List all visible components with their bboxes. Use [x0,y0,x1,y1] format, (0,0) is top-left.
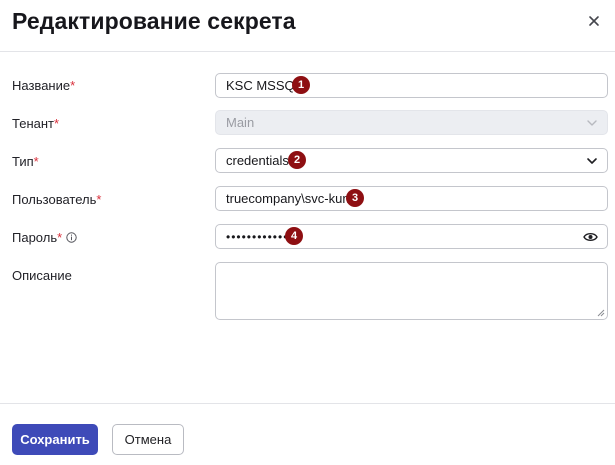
dialog-title: Редактирование секрета [12,8,296,34]
save-button[interactable]: Сохранить [12,424,98,455]
tenant-value: Main [226,115,255,130]
tenant-select: Main [215,110,608,135]
close-icon[interactable] [585,12,603,30]
name-label: Название* [12,78,76,93]
type-value: credentials [226,153,289,168]
password-value: •••••••••••• [226,229,289,244]
chevron-down-icon [587,120,597,126]
annotation-badge-4: 4 [285,227,303,245]
type-select[interactable]: credentials [215,148,608,173]
user-input[interactable]: truecompany\svc-kuma [215,186,608,211]
description-label: Описание [12,268,72,283]
required-mark: * [33,154,39,169]
required-mark: * [96,192,102,207]
required-mark: * [57,230,63,245]
name-input[interactable]: KSC MSSQL [215,73,608,98]
annotation-badge-3: 3 [346,189,364,207]
footer-divider [0,403,615,404]
cancel-button[interactable]: Отмена [112,424,184,455]
name-value: KSC MSSQL [226,78,302,93]
annotation-badge-2: 2 [288,151,306,169]
description-textarea[interactable] [215,262,608,320]
annotation-badge-1: 1 [292,76,310,94]
info-icon[interactable] [66,232,77,243]
eye-icon[interactable] [583,231,598,243]
tenant-label: Тенант* [12,116,60,131]
dialog-header: Редактирование секрета [0,0,615,52]
user-value: truecompany\svc-kuma [226,191,361,206]
password-label: Пароль* [12,230,63,245]
required-mark: * [70,78,76,93]
resize-handle-icon[interactable] [597,309,605,317]
password-input[interactable]: •••••••••••• [215,224,608,249]
required-mark: * [53,116,60,131]
chevron-down-icon[interactable] [586,156,598,166]
type-label: Тип* [12,154,39,169]
user-label: Пользователь* [12,192,102,207]
